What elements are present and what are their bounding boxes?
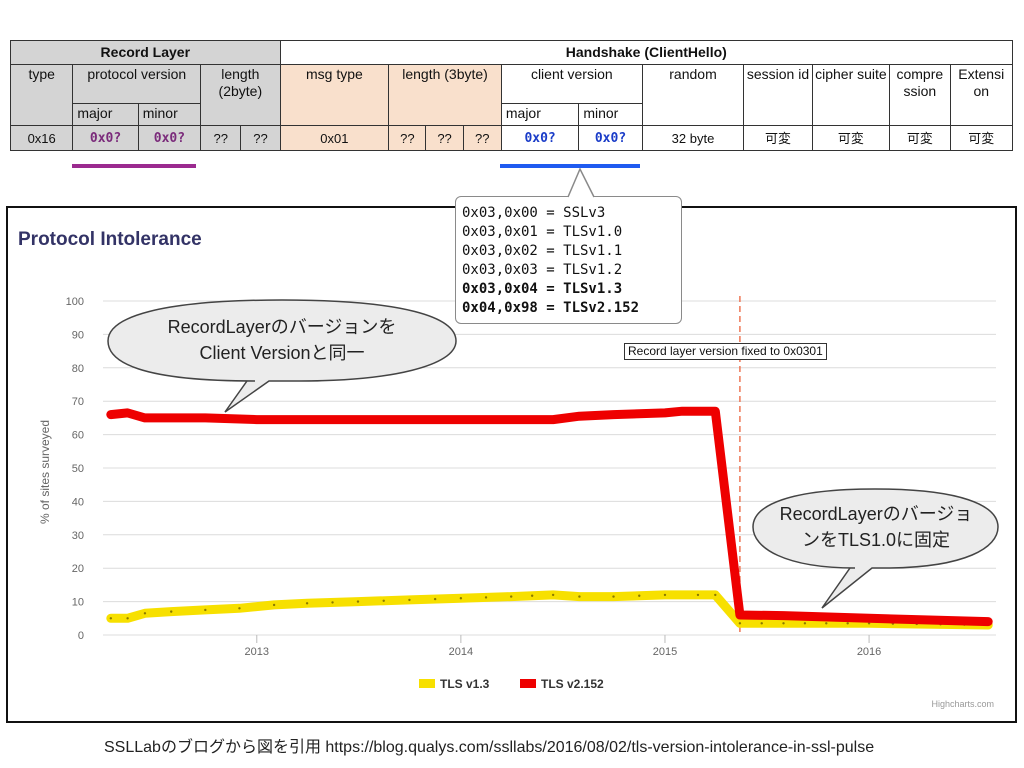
version-box-pointer [567, 168, 595, 198]
right-bubble-line1: RecordLayerのバージョ [779, 504, 973, 524]
left-bubble-line2: Client Versionと同一 [199, 343, 365, 363]
left-bubble-line1: RecordLayerのバージョンを [167, 317, 397, 337]
annotation-bubbles [107, 299, 999, 609]
left-bubble-text: RecordLayerのバージョンを Client Versionと同一 [112, 314, 452, 366]
right-bubble-line2: ンをTLS1.0に固定 [801, 530, 951, 550]
right-bubble-text: RecordLayerのバージョ ンをTLS1.0に固定 [758, 501, 994, 553]
